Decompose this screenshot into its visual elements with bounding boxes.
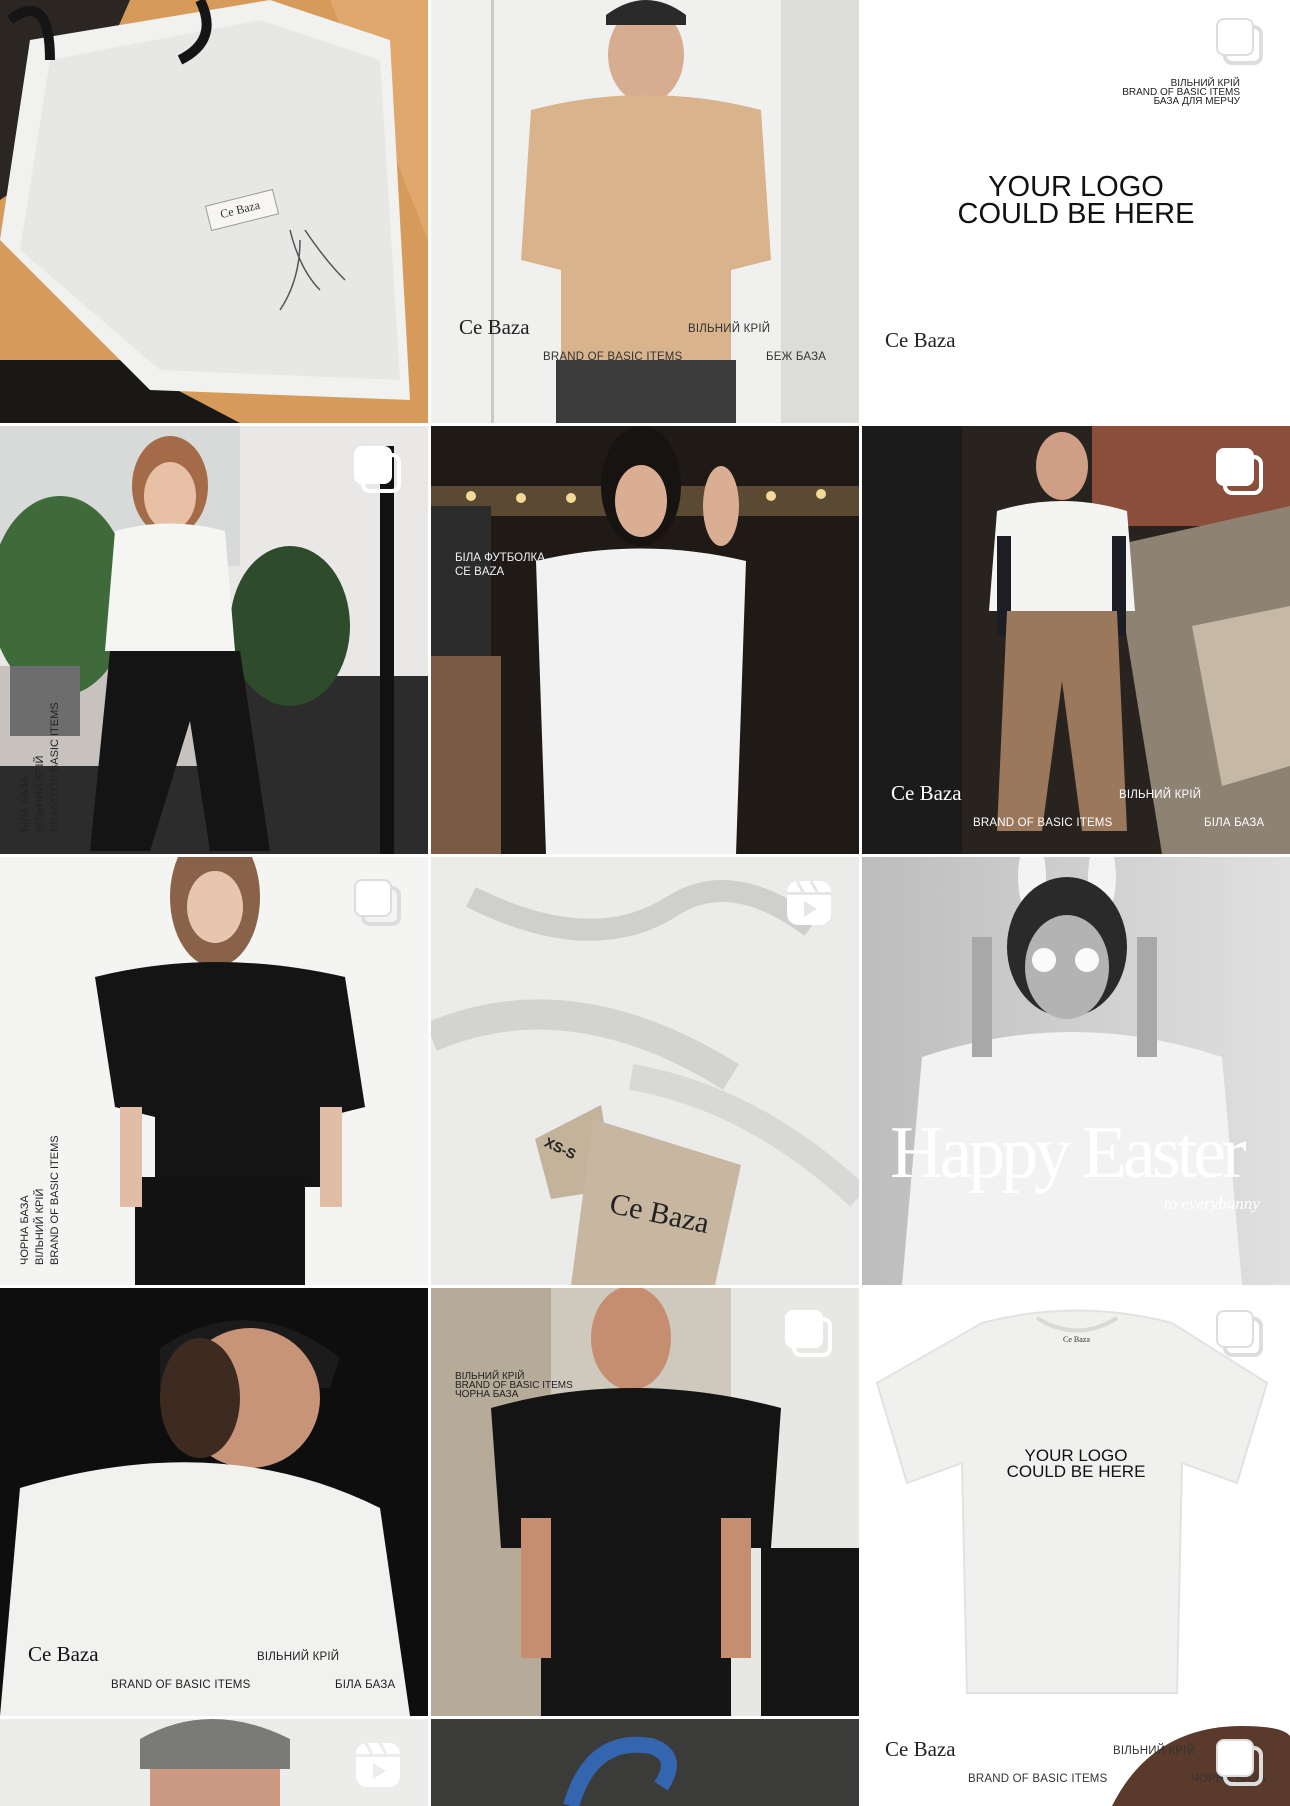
caption-line-3: ЧОРНА БАЗА bbox=[455, 1389, 519, 1400]
top-text-block: ВІЛЬНИЙ КРІЙ BRAND OF BASIC ITEMS БАЗА Д… bbox=[1122, 79, 1240, 107]
easter-photo bbox=[862, 857, 1290, 1285]
post-hat-promo[interactable]: Ce Baza ВІЛЬНИЙ КРІЙ BRAND OF BASIC ITEM… bbox=[862, 1719, 1290, 1806]
color-caption: БІЛА БАЗА bbox=[335, 1679, 396, 1691]
brand-logo: Ce Baza bbox=[885, 1737, 956, 1761]
easter-headline: Happy Easter bbox=[890, 1112, 1247, 1194]
carousel-icon bbox=[354, 446, 401, 493]
vertical-caption: БІЛА БАЗА ВІЛЬНИЙ КРІЙ BRAND OF BASIC IT… bbox=[18, 702, 63, 832]
reels-icon bbox=[787, 880, 831, 925]
color-caption: БЕЖ БАЗА bbox=[766, 351, 827, 363]
vertical-line-1: ЧОРНА БАЗА bbox=[19, 1195, 31, 1265]
caption-block: ВІЛЬНИЙ КРІЙ BRAND OF BASIC ITEMS ЧОРНА … bbox=[455, 1372, 573, 1400]
brand-logo: Ce Baza bbox=[459, 315, 530, 339]
post-woman-night[interactable]: БІЛА ФУТБОЛКА CE BAZA bbox=[431, 426, 859, 854]
caption-line-1: БІЛА ФУТБОЛКА bbox=[455, 552, 545, 564]
logo-placeholder-text: YOUR LOGO COULD BE HERE bbox=[862, 171, 1290, 230]
color-caption: БІЛА БАЗА bbox=[1204, 817, 1265, 829]
big-line-2: COULD BE HERE bbox=[1006, 1461, 1146, 1481]
post-woman-white-tee[interactable]: БІЛА БАЗА ВІЛЬНИЙ КРІЙ BRAND OF BASIC IT… bbox=[0, 426, 428, 854]
post-man-beige-tee[interactable]: Ce Baza ВІЛЬНИЙ КРІЙ BRAND OF BASIC ITEM… bbox=[431, 0, 859, 423]
vertical-caption: ЧОРНА БАЗА ВІЛЬНИЙ КРІЙ BRAND OF BASIC I… bbox=[18, 1135, 63, 1265]
post-logo-placeholder[interactable]: ВІЛЬНИЙ КРІЙ BRAND OF BASIC ITEMS БАЗА Д… bbox=[862, 0, 1290, 423]
post-woman-black-tee[interactable]: ЧОРНА БАЗА ВІЛЬНИЙ КРІЙ BRAND OF BASIC I… bbox=[0, 857, 428, 1285]
carousel-icon bbox=[1216, 1739, 1263, 1786]
caption-block: БІЛА ФУТБОЛКА CE BAZA bbox=[455, 551, 545, 579]
tagline-caption: BRAND OF BASIC ITEMS bbox=[543, 351, 683, 363]
vertical-line-3: BRAND OF BASIC ITEMS bbox=[49, 702, 61, 832]
vertical-line-2: ВІЛЬНИЙ КРІЙ bbox=[34, 1188, 46, 1265]
post-happy-easter[interactable]: Happy Easter to everybunny bbox=[862, 857, 1290, 1285]
cut-caption: ВІЛЬНИЙ КРІЙ bbox=[1119, 789, 1202, 801]
cut-caption: ВІЛЬНИЙ КРІЙ bbox=[1113, 1745, 1196, 1757]
cut-caption: ВІЛЬНИЙ КРІЙ bbox=[688, 323, 771, 335]
bag-tag-label: Ce Baza bbox=[218, 197, 262, 222]
carousel-icon bbox=[1216, 1310, 1263, 1357]
blue-hanger-photo bbox=[431, 1719, 859, 1806]
brand-logo: Ce Baza bbox=[28, 1642, 99, 1666]
brand-logo: Ce Baza bbox=[885, 328, 956, 352]
brand-logo: Ce Baza bbox=[891, 781, 962, 805]
vertical-line-3: BRAND OF BASIC ITEMS bbox=[49, 1135, 61, 1265]
top-line-3: БАЗА ДЛЯ МЕРЧУ bbox=[1153, 96, 1240, 107]
cut-caption: ВІЛЬНИЙ КРІЙ bbox=[257, 1651, 340, 1663]
post-man-back-white[interactable]: Ce Baza ВІЛЬНИЙ КРІЙ BRAND OF BASIC ITEM… bbox=[0, 1288, 428, 1716]
vertical-line-2: ВІЛЬНИЙ КРІЙ bbox=[34, 755, 46, 832]
post-blue-hanger[interactable] bbox=[431, 1719, 859, 1806]
tagline-caption: BRAND OF BASIC ITEMS bbox=[968, 1773, 1108, 1785]
tagline-caption: BRAND OF BASIC ITEMS bbox=[973, 817, 1113, 829]
caption-line-2: CE BAZA bbox=[455, 566, 505, 578]
logo-placeholder-text: YOUR LOGO COULD BE HERE bbox=[862, 1447, 1290, 1481]
easter-subline: to everybunny bbox=[1164, 1194, 1260, 1213]
post-man-white-layered[interactable]: Ce Baza ВІЛЬНИЙ КРІЙ BRAND OF BASIC ITEM… bbox=[862, 426, 1290, 854]
post-label-closeup[interactable]: XS-S Ce Baza bbox=[431, 857, 859, 1285]
big-line-1: YOUR LOGO bbox=[988, 171, 1164, 203]
profile-post-grid: Ce Baza Ce Baza ВІЛЬНИЙ КРІЙ BRAND OF BA… bbox=[0, 0, 1290, 1806]
vertical-line-1: БІЛА БАЗА bbox=[19, 775, 31, 832]
woman-night-photo bbox=[431, 426, 859, 854]
neck-label: Ce Baza bbox=[1063, 1335, 1090, 1344]
carousel-icon bbox=[785, 1310, 832, 1357]
reels-icon bbox=[356, 1742, 400, 1787]
post-tee-logo-mock[interactable]: Ce Baza YOUR LOGO COULD BE HERE bbox=[862, 1288, 1290, 1716]
tagline-caption: BRAND OF BASIC ITEMS bbox=[111, 1679, 251, 1691]
carousel-icon bbox=[354, 879, 401, 926]
post-tote-bag[interactable]: Ce Baza bbox=[0, 0, 428, 423]
carousel-icon bbox=[1216, 18, 1263, 65]
post-man-black-tee[interactable]: ВІЛЬНИЙ КРІЙ BRAND OF BASIC ITEMS ЧОРНА … bbox=[431, 1288, 859, 1716]
big-line-2: COULD BE HERE bbox=[957, 197, 1195, 230]
carousel-icon bbox=[1216, 448, 1263, 495]
post-man-beanie[interactable] bbox=[0, 1719, 428, 1806]
